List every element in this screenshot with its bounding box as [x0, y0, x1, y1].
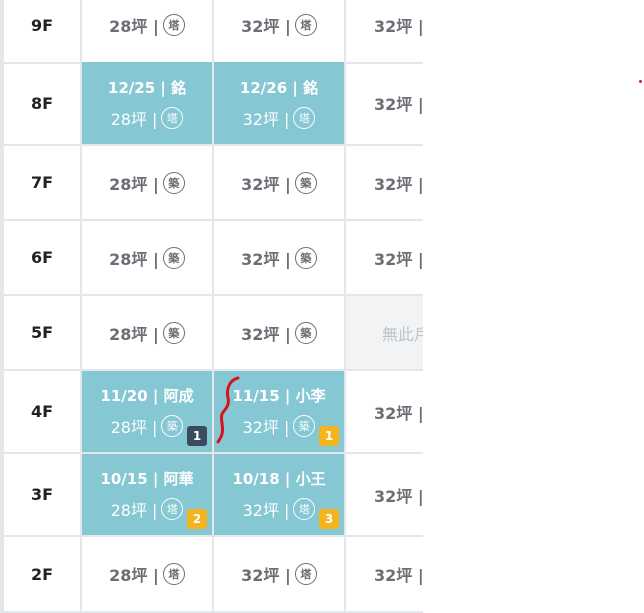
floor-label: 3F — [0, 454, 82, 537]
unit-size: 32坪 | — [241, 324, 291, 344]
floor-label: 7F — [0, 146, 82, 221]
unit-cell-booked[interactable]: 12/26 | 銘 32坪 | 塔 — [214, 62, 346, 146]
unit-size: 28坪 | — [109, 566, 159, 585]
unit-size: 32坪 | — [242, 501, 290, 520]
unit-size: 32坪 | — [374, 95, 423, 114]
booking-info: 12/26 | 銘 — [239, 78, 319, 97]
building-mark-icon: 築 — [162, 246, 185, 269]
building-mark-icon: 塔 — [162, 14, 185, 36]
unit-cell[interactable]: 28坪 | 築 — [82, 221, 214, 296]
count-badge: 1 — [319, 426, 339, 446]
unit-cell[interactable]: 32坪 | 築 — [214, 296, 346, 371]
unit-cell-booked[interactable]: 11/20 | 阿成 28坪 | 築 1 — [82, 371, 214, 454]
unit-cell[interactable]: 32坪 | — [346, 537, 423, 613]
count-badge: 3 — [319, 509, 339, 529]
floor-label: 5F — [0, 296, 82, 371]
unit-size: 32坪 | — [241, 174, 291, 194]
booking-info: 10/18 | 小王 — [232, 470, 326, 488]
unit-size: 28坪 | — [110, 418, 158, 437]
unit-size: 32坪 | — [374, 566, 423, 585]
unit-cell[interactable]: 32坪 | — [346, 454, 423, 537]
booking-info: 12/25 | 銘 — [107, 78, 187, 97]
unit-size: 32坪 | — [374, 249, 423, 269]
building-mark-icon: 築 — [162, 321, 185, 344]
unit-size: 28坪 | — [110, 109, 158, 129]
unit-cell[interactable]: 32坪 | 塔 — [214, 537, 346, 613]
floor-row-9f: 9F 28坪 | 塔 32坪 | 塔 32坪 | — [0, 0, 423, 64]
floor-label: 4F — [0, 371, 82, 454]
unit-cell[interactable]: 28坪 | 築 — [82, 296, 214, 371]
unit-cell[interactable]: 32坪 | — [346, 62, 423, 146]
floor-row-2f: 2F 28坪 | 塔 32坪 | 塔 32坪 | — [0, 537, 423, 613]
unit-cell-unavailable: 無此戶 — [346, 296, 423, 371]
unit-cell-booked[interactable]: 10/15 | 阿華 28坪 | 塔 2 — [82, 454, 214, 537]
red-dot-mark — [639, 80, 642, 83]
unit-cell[interactable]: 32坪 | — [346, 146, 423, 221]
unit-size: 32坪 | — [242, 418, 290, 437]
building-mark-icon: 築 — [293, 415, 316, 437]
booking-info: 10/15 | 阿華 — [100, 470, 194, 488]
building-mark-icon: 塔 — [162, 563, 185, 585]
building-mark-icon: 塔 — [294, 14, 317, 36]
floor-row-3f: 3F 10/15 | 阿華 28坪 | 塔 2 10/18 | 小王 32坪 | 塔… — [0, 454, 423, 537]
unit-cell[interactable]: 28坪 | 築 — [82, 146, 214, 221]
building-mark-icon: 築 — [161, 415, 184, 437]
floor-label: 2F — [0, 537, 82, 613]
floor-label: 8F — [0, 62, 82, 146]
building-mark-icon: 築 — [294, 171, 317, 194]
building-mark-icon: 塔 — [161, 498, 184, 520]
floor-row-8f: 8F 12/25 | 銘 28坪 | 塔 12/26 | 銘 32坪 | 塔 32坪… — [0, 62, 423, 146]
unit-cell[interactable]: 32坪 | 築 — [214, 221, 346, 296]
count-badge: 1 — [187, 426, 207, 446]
floor-row-5f: 5F 28坪 |築 32坪 |築 無此戶 — [0, 296, 423, 371]
floor-label: 9F — [0, 0, 82, 64]
building-mark-icon: 築 — [294, 246, 317, 269]
booking-info: 11/20 | 阿成 — [100, 387, 194, 405]
unit-cell-booked[interactable]: 10/18 | 小王 32坪 | 塔 3 — [214, 454, 346, 537]
unit-size: 32坪 | — [241, 249, 291, 269]
red-annotation-scribble — [216, 376, 240, 444]
unit-size: 32坪 | — [374, 403, 423, 423]
unit-size: 28坪 | — [109, 249, 159, 269]
floor-row-6f: 6F 28坪 | 築 32坪 | 築 32坪 | — [0, 221, 423, 296]
unit-size: 32坪 | — [241, 17, 291, 36]
unavailable-text: 無此戶 — [382, 324, 423, 344]
count-badge: 2 — [187, 509, 207, 529]
floor-row-4f: 4F 11/20 | 阿成 28坪 | 築 1 11/15 | 小李 32坪 | 築… — [0, 371, 423, 454]
unit-size: 32坪 | — [241, 566, 291, 585]
unit-cell-booked[interactable]: 12/25 | 銘 28坪 | 塔 — [82, 62, 214, 146]
unit-size: 28坪 | — [109, 17, 159, 36]
unit-cell[interactable]: 32坪 | — [346, 0, 423, 64]
unit-size: 28坪 | — [109, 174, 159, 194]
building-mark-icon: 塔 — [293, 498, 316, 520]
building-mark-icon: 塔 — [293, 106, 316, 129]
floor-unit-grid: 9F 28坪 | 塔 32坪 | 塔 32坪 | 8F 12/25 | 銘 28坪 … — [0, 0, 423, 613]
building-mark-icon: 築 — [162, 171, 185, 194]
floor-row-7f: 7F 28坪 | 築 32坪 | 築 32坪 | — [0, 146, 423, 221]
unit-size: 32坪 | — [374, 486, 423, 506]
building-mark-icon: 築 — [294, 321, 317, 344]
building-mark-icon: 塔 — [161, 106, 184, 129]
unit-cell[interactable]: 32坪 | — [346, 221, 423, 296]
building-mark-icon: 塔 — [294, 563, 317, 585]
unit-cell[interactable]: 28坪 | 塔 — [82, 0, 214, 64]
unit-size: 28坪 | — [110, 501, 158, 520]
unit-cell[interactable]: 32坪 | 築 — [214, 146, 346, 221]
unit-size: 32坪 | — [242, 109, 290, 129]
unit-cell[interactable]: 32坪 | 塔 — [214, 0, 346, 64]
unit-size: 32坪 | — [374, 174, 423, 194]
unit-size: 32坪 | — [374, 17, 423, 36]
unit-size: 28坪 | — [109, 324, 159, 344]
booking-info: 11/15 | 小李 — [232, 387, 326, 405]
unit-cell[interactable]: 28坪 | 塔 — [82, 537, 214, 613]
unit-cell[interactable]: 32坪 | — [346, 371, 423, 454]
floor-label: 6F — [0, 221, 82, 296]
